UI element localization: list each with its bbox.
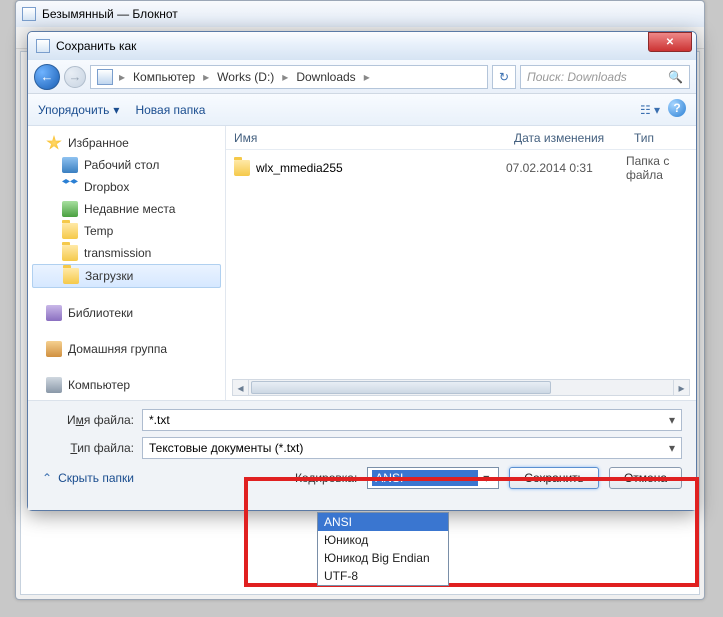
homegroup-icon xyxy=(46,341,62,357)
cancel-button[interactable]: Отмена xyxy=(609,467,682,489)
chevron-down-icon: ▾ xyxy=(478,471,494,485)
desktop-icon xyxy=(62,157,78,173)
col-type[interactable]: Тип xyxy=(626,131,696,145)
star-icon xyxy=(46,135,62,151)
sidebar-item-transmission[interactable]: transmission xyxy=(28,242,225,264)
folder-icon xyxy=(234,160,250,176)
breadcrumb[interactable]: ▸ Компьютер ▸ Works (D:) ▸ Downloads ▸ xyxy=(90,65,488,89)
sidebar-item-downloads[interactable]: Загрузки xyxy=(32,264,221,288)
chevron-down-icon: ▾ xyxy=(113,103,119,117)
filename-label: Имя файла: xyxy=(42,413,142,427)
help-button[interactable]: ? xyxy=(668,99,686,117)
col-date[interactable]: Дата изменения xyxy=(506,131,626,145)
scroll-right-icon[interactable]: ▸ xyxy=(673,380,689,395)
horizontal-scrollbar[interactable]: ◂ ▸ xyxy=(232,379,690,396)
bottom-panel: Имя файла: *.txt Тип файла: Текстовые до… xyxy=(28,400,696,510)
nav-bar: ← → ▸ Компьютер ▸ Works (D:) ▸ Downloads… xyxy=(28,60,696,94)
col-name[interactable]: Имя xyxy=(226,131,506,145)
search-placeholder: Поиск: Downloads xyxy=(527,70,627,84)
save-as-dialog: Сохранить как ✕ ← → ▸ Компьютер ▸ Works … xyxy=(27,31,697,511)
filename-input[interactable]: *.txt xyxy=(142,409,682,431)
scroll-left-icon[interactable]: ◂ xyxy=(233,380,249,395)
filetype-select[interactable]: Текстовые документы (*.txt) xyxy=(142,437,682,459)
encoding-label: Кодировка: xyxy=(295,471,357,485)
dialog-title: Сохранить как xyxy=(56,39,136,53)
encoding-option-unicode-be[interactable]: Юникод Big Endian xyxy=(318,549,448,567)
chevron-up-icon: ⌃ xyxy=(42,471,52,485)
sidebar-item-dropbox[interactable]: Dropbox xyxy=(28,176,225,198)
file-list: Имя Дата изменения Тип wlx_mmedia255 07.… xyxy=(226,126,696,400)
view-mode-button[interactable]: ☷ ▾ xyxy=(638,99,662,121)
encoding-select[interactable]: ANSI ▾ xyxy=(367,467,499,489)
chevron-right-icon: ▸ xyxy=(362,70,372,84)
dropbox-icon xyxy=(62,179,78,195)
folder-icon xyxy=(62,245,78,261)
chevron-right-icon: ▸ xyxy=(280,70,290,84)
recent-icon xyxy=(62,201,78,217)
folder-icon xyxy=(62,223,78,239)
list-item[interactable]: wlx_mmedia255 07.02.2014 0:31 Папка с фа… xyxy=(226,150,696,186)
hide-folders-button[interactable]: ⌃ Скрыть папки xyxy=(42,471,134,485)
content-area: Избранное Рабочий стол Dropbox Недавние … xyxy=(28,126,696,400)
new-folder-button[interactable]: Новая папка xyxy=(135,103,205,117)
sidebar-computer[interactable]: Компьютер xyxy=(28,374,225,396)
bc-folder[interactable]: Downloads xyxy=(290,70,361,84)
encoding-option-unicode[interactable]: Юникод xyxy=(318,531,448,549)
dialog-titlebar[interactable]: Сохранить как ✕ xyxy=(28,32,696,60)
search-input[interactable]: Поиск: Downloads 🔍 xyxy=(520,65,690,89)
libraries-icon xyxy=(46,305,62,321)
chevron-right-icon: ▸ xyxy=(201,70,211,84)
sidebar-homegroup[interactable]: Домашняя группа xyxy=(28,338,225,360)
bc-computer[interactable]: Компьютер xyxy=(127,70,201,84)
toolbar: Упорядочить ▾ Новая папка ☷ ▾ ? xyxy=(28,94,696,126)
bc-drive[interactable]: Works (D:) xyxy=(211,70,280,84)
scroll-thumb[interactable] xyxy=(251,381,551,394)
sidebar-item-recent[interactable]: Недавние места xyxy=(28,198,225,220)
refresh-button[interactable]: ↻ xyxy=(492,65,516,89)
close-button[interactable]: ✕ xyxy=(648,32,692,52)
filetype-label: Тип файла: xyxy=(42,441,142,455)
chevron-right-icon: ▸ xyxy=(117,70,127,84)
list-header: Имя Дата изменения Тип xyxy=(226,126,696,150)
encoding-option-utf8[interactable]: UTF-8 xyxy=(318,567,448,585)
save-button[interactable]: Сохранить xyxy=(509,467,599,489)
notepad-title: Безымянный — Блокнот xyxy=(42,7,178,21)
notepad-icon xyxy=(22,7,36,21)
encoding-option-ansi[interactable]: ANSI xyxy=(318,513,448,531)
forward-button[interactable]: → xyxy=(64,66,86,88)
sidebar-item-desktop[interactable]: Рабочий стол xyxy=(28,154,225,176)
notepad-titlebar[interactable]: Безымянный — Блокнот xyxy=(16,1,704,27)
back-button[interactable]: ← xyxy=(34,64,60,90)
sidebar: Избранное Рабочий стол Dropbox Недавние … xyxy=(28,126,226,400)
folder-icon xyxy=(63,268,79,284)
encoding-dropdown: ANSI Юникод Юникод Big Endian UTF-8 xyxy=(317,512,449,586)
search-icon: 🔍 xyxy=(668,70,683,84)
sidebar-item-temp[interactable]: Temp xyxy=(28,220,225,242)
computer-icon xyxy=(46,377,62,393)
organize-button[interactable]: Упорядочить ▾ xyxy=(38,103,119,117)
sidebar-libraries[interactable]: Библиотеки xyxy=(28,302,225,324)
sidebar-favorites[interactable]: Избранное xyxy=(28,132,225,154)
computer-icon xyxy=(97,69,113,85)
dialog-icon xyxy=(36,39,50,53)
